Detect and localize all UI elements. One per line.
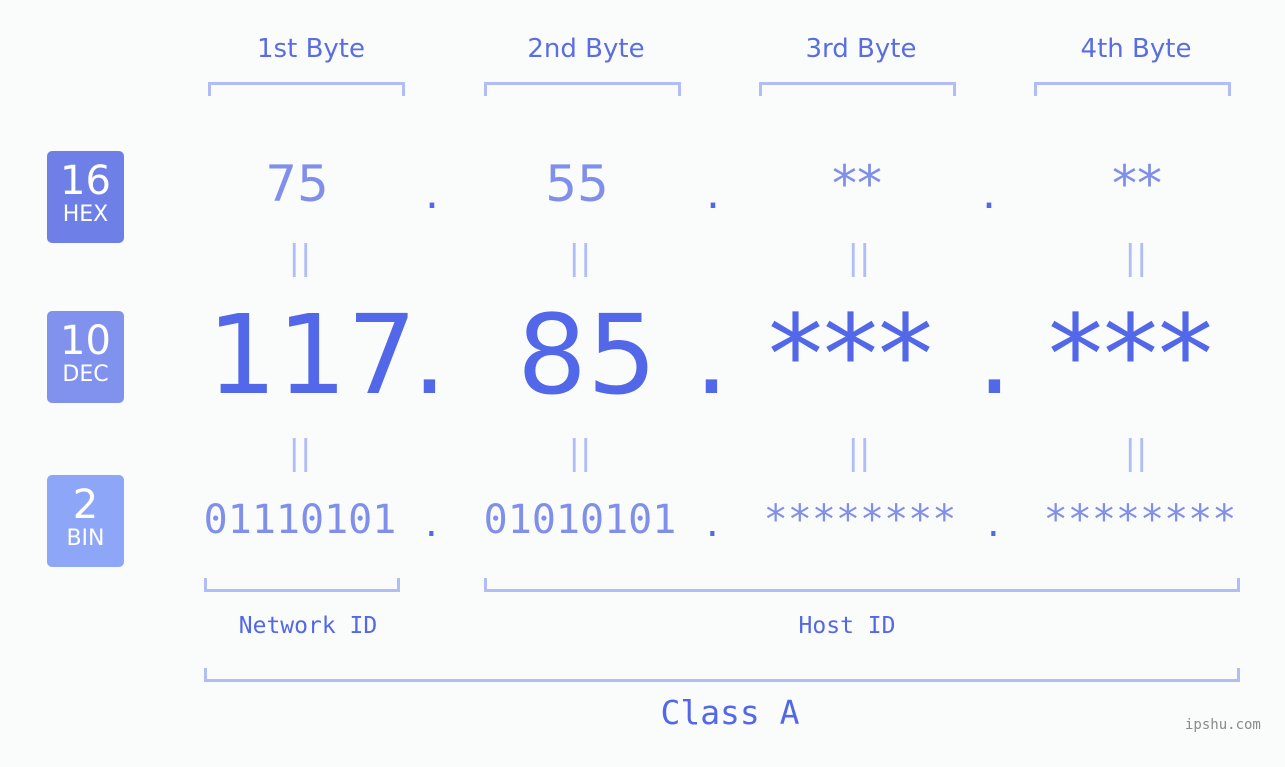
dec-separator-2: . <box>694 291 729 419</box>
byte-header-1: 1st Byte <box>257 34 365 64</box>
dec-byte-1: 117 <box>207 291 417 419</box>
hex-separator-1: . <box>425 168 439 219</box>
hex-byte-1: 75 <box>265 155 329 213</box>
bin-badge: 2 BIN <box>47 475 124 567</box>
byte-header-4: 4th Byte <box>1080 34 1192 64</box>
bin-separator-3: . <box>987 500 1000 546</box>
dec-separator-3: . <box>977 291 1012 419</box>
bin-byte-1: 01110101 <box>203 497 397 543</box>
equals-sign: || <box>288 238 312 278</box>
hex-byte-4: ** <box>1112 155 1162 213</box>
hex-base-label: HEX <box>62 202 109 227</box>
dec-byte-2: 85 <box>517 291 657 419</box>
bin-byte-2: 01010101 <box>483 497 677 543</box>
dec-separator-1: . <box>412 291 447 419</box>
bin-byte-3: ******** <box>763 497 957 543</box>
equals-sign: || <box>1124 238 1148 278</box>
dec-byte-3: *** <box>768 291 933 419</box>
dec-badge: 10 DEC <box>47 311 124 403</box>
dec-base-number: 10 <box>60 318 111 364</box>
dec-byte-4: *** <box>1048 291 1213 419</box>
hex-badge: 16 HEX <box>47 151 124 243</box>
equals-sign: || <box>1124 433 1148 473</box>
network-id-bracket <box>204 578 400 592</box>
bin-separator-1: . <box>425 500 438 546</box>
host-id-label: Host ID <box>798 613 896 639</box>
equals-sign: || <box>568 238 592 278</box>
dec-base-label: DEC <box>62 362 109 387</box>
byte-header-3: 3rd Byte <box>805 34 917 64</box>
byte-bracket-3 <box>759 82 956 96</box>
byte-bracket-2 <box>484 82 681 96</box>
bin-byte-4: ******** <box>1043 497 1237 543</box>
hex-byte-2: 55 <box>545 155 609 213</box>
hex-byte-3: ** <box>832 155 882 213</box>
hex-separator-3: . <box>982 168 996 219</box>
hex-separator-2: . <box>706 168 720 219</box>
class-label: Class A <box>660 693 800 732</box>
bin-base-label: BIN <box>66 526 105 551</box>
network-id-label: Network ID <box>238 613 378 639</box>
watermark: ipshu.com <box>1185 717 1261 733</box>
equals-sign: || <box>568 433 592 473</box>
equals-sign: || <box>847 238 871 278</box>
bin-base-number: 2 <box>72 482 99 528</box>
equals-sign: || <box>288 433 312 473</box>
host-id-bracket <box>484 578 1240 592</box>
class-bracket <box>204 668 1240 682</box>
byte-header-2: 2nd Byte <box>527 34 645 64</box>
equals-sign: || <box>847 433 871 473</box>
byte-bracket-1 <box>208 82 405 96</box>
hex-base-number: 16 <box>60 158 111 204</box>
byte-bracket-4 <box>1034 82 1231 96</box>
bin-separator-2: . <box>706 500 719 546</box>
